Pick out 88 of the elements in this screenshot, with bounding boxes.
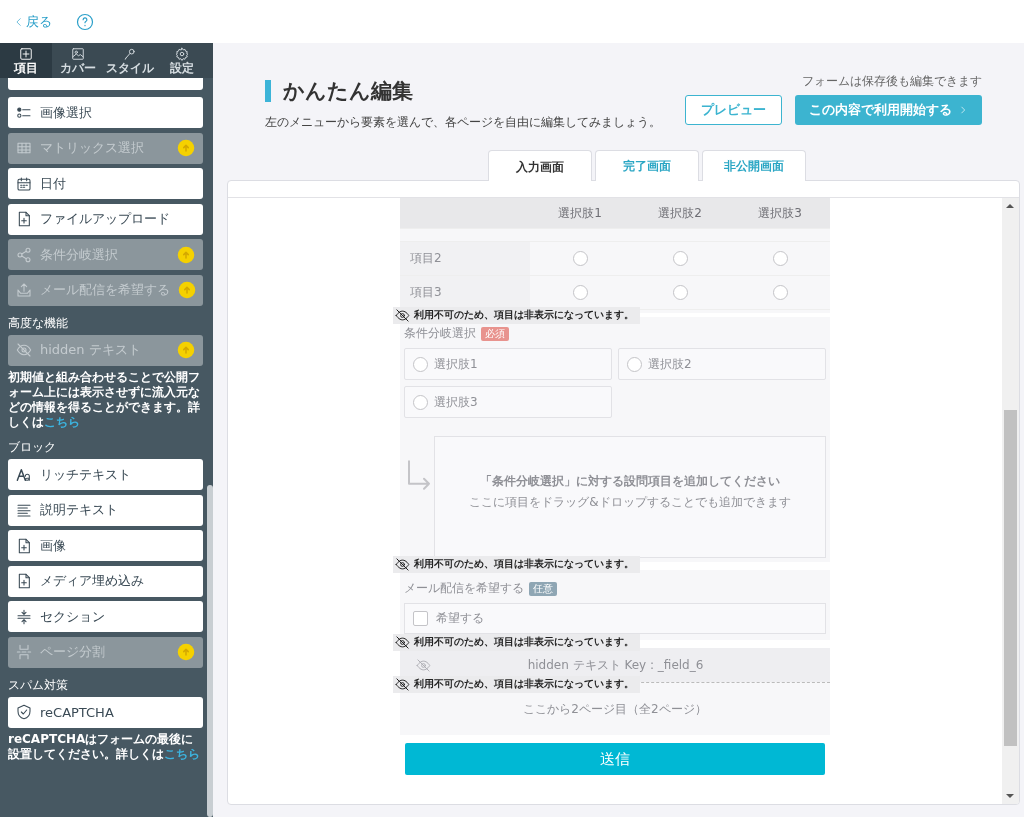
plus-icon xyxy=(19,46,33,61)
file-plus-icon xyxy=(16,211,32,227)
file-plus-icon xyxy=(16,537,32,554)
preview-button[interactable]: プレビュー xyxy=(685,95,782,125)
tray-upload-icon xyxy=(16,282,32,298)
eye-off-icon xyxy=(16,342,32,358)
sidebar-tab[interactable]: 設定 xyxy=(156,43,208,78)
eye-off-icon xyxy=(395,635,410,650)
sidebar-item[interactable]: リッチテキスト xyxy=(8,459,203,490)
file-plus-icon xyxy=(16,573,32,589)
sidebar-item[interactable]: メディア埋め込み xyxy=(8,565,203,597)
page-break-label: ここから2ページ目（全2ページ） xyxy=(522,701,708,717)
sidebar-tab[interactable]: カバー xyxy=(52,43,104,78)
list-icon xyxy=(16,104,32,121)
chevron-right-icon xyxy=(958,104,968,116)
sidebar-item[interactable] xyxy=(8,78,203,90)
hidden-notice: 利用不可のため、項目は非表示になっています。 xyxy=(393,556,640,573)
calendar-icon xyxy=(16,175,32,192)
column-header: 選択肢1 xyxy=(557,204,603,222)
tab[interactable]: 非公開画面 xyxy=(701,150,806,181)
page-break-icon xyxy=(16,644,32,660)
help-text: 初期値と組み合わせることで公開フォーム上には表示させずに流入元などの情報を得ることができます。詳しくはこちら xyxy=(8,370,201,430)
help-text: reCAPTCHAはフォームの最後に設置してください。詳しくはこちら xyxy=(8,732,201,762)
radio-option[interactable]: 選択肢1 xyxy=(404,348,612,380)
sidebar-item[interactable]: 日付 xyxy=(8,168,203,199)
scrollbar[interactable] xyxy=(1002,197,1019,804)
column-header: 選択肢2 xyxy=(657,204,703,222)
start-button[interactable]: この内容で利用開始する xyxy=(795,95,982,125)
save-note: フォームは保存後も編集できます xyxy=(802,74,982,89)
sidebar-item[interactable]: 説明テキスト xyxy=(8,494,203,526)
sidebar-tab[interactable]: 項目 xyxy=(0,43,52,78)
sidebar-item[interactable]: reCAPTCHA xyxy=(8,696,203,728)
radio-button[interactable] xyxy=(772,285,788,300)
page-subtitle: 左のメニューから要素を選んで、各ページを自由に編集してみましょう。 xyxy=(265,114,661,131)
align-left-icon xyxy=(16,502,32,518)
radio-option[interactable]: 選択肢3 xyxy=(404,386,612,418)
shield-check-icon xyxy=(16,704,32,720)
image-icon xyxy=(71,46,85,61)
link[interactable]: こちら xyxy=(164,747,200,761)
radio-option[interactable]: 選択肢2 xyxy=(618,348,826,380)
hidden-notice: 利用不可のため、項目は非表示になっています。 xyxy=(393,634,640,651)
eye-off-icon xyxy=(395,677,410,692)
drop-zone-hint: ここに項目をドラッグ&ドロップすることでも追加できます xyxy=(469,494,791,511)
row-label: 項目2 xyxy=(400,242,530,275)
sidebar-tab[interactable]: スタイル xyxy=(104,43,156,78)
sidebar-item[interactable]: 画像選択 xyxy=(8,97,203,128)
column-header: 選択肢3 xyxy=(757,204,803,222)
text-size-icon xyxy=(16,466,32,483)
row-label: 項目3 xyxy=(400,276,530,309)
upgrade-icon xyxy=(177,643,195,661)
submit-button[interactable]: 送信 xyxy=(405,743,825,775)
hidden-notice: 利用不可のため、項目は非表示になっています。 xyxy=(393,307,640,324)
eye-off-icon xyxy=(416,657,431,673)
optional-tag: 任意 xyxy=(529,581,557,596)
back-link[interactable]: 戻る xyxy=(14,12,52,31)
help-icon[interactable] xyxy=(76,12,94,31)
title-accent-bar xyxy=(265,80,271,102)
sidebar-item[interactable]: 画像 xyxy=(8,530,203,561)
field-label: 条件分岐選択 xyxy=(404,325,476,342)
page-title: かんたん編集 xyxy=(283,78,413,105)
upgrade-icon xyxy=(177,341,195,359)
upgrade-icon xyxy=(178,281,196,299)
sidebar-item[interactable]: ファイルアップロード xyxy=(8,203,203,235)
required-tag: 必須 xyxy=(481,326,509,341)
radio-button[interactable] xyxy=(772,251,788,266)
section-heading: スパム対策 xyxy=(8,676,69,694)
tab[interactable]: 完了画面 xyxy=(594,150,699,181)
chevron-left-icon xyxy=(14,15,24,28)
section-icon xyxy=(16,608,32,625)
drop-zone-title: 「条件分岐選択」に対する設問項目を追加してください xyxy=(480,473,780,490)
eye-off-icon xyxy=(395,308,410,323)
upgrade-icon xyxy=(177,245,195,264)
link[interactable]: こちら xyxy=(44,415,80,429)
sidebar-item[interactable]: セクション xyxy=(8,601,203,632)
eye-off-icon xyxy=(395,557,410,572)
settings-icon xyxy=(175,46,189,61)
radio-button[interactable] xyxy=(672,285,688,300)
upgrade-icon xyxy=(177,139,195,157)
section-heading: ブロック xyxy=(8,439,57,456)
radio-button[interactable] xyxy=(572,251,588,266)
field-label: メール配信を希望する xyxy=(404,580,524,597)
section-heading: 高度な機能 xyxy=(8,314,69,332)
share-icon xyxy=(16,246,32,263)
grid-icon xyxy=(16,140,32,156)
radio-button[interactable] xyxy=(572,285,588,300)
radio-button[interactable] xyxy=(672,251,688,266)
tab[interactable]: 入力画面 xyxy=(487,150,592,181)
checkbox-option[interactable]: 希望する xyxy=(404,603,826,634)
